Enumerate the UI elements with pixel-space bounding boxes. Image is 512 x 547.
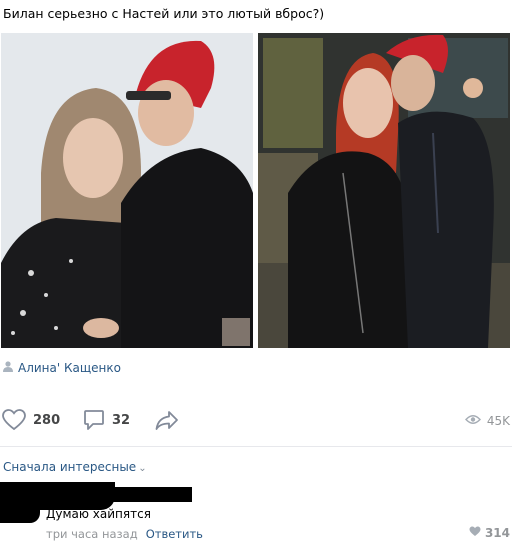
views-count: 45K xyxy=(486,414,510,428)
redacted-author-name xyxy=(40,487,192,502)
redacted-avatar-bottom xyxy=(0,505,40,523)
divider xyxy=(0,446,512,447)
comment-like-button[interactable]: 314 xyxy=(469,526,510,540)
author-name[interactable]: Алина' Кащенко xyxy=(18,361,121,375)
heart-icon xyxy=(2,409,26,431)
post-actions-bar: 280 32 45K xyxy=(0,404,512,436)
comment-count: 32 xyxy=(112,412,131,428)
comment-text: Думаю хайпятся xyxy=(46,507,151,521)
share-button[interactable] xyxy=(155,409,179,431)
heart-icon xyxy=(469,526,481,540)
like-button[interactable]: 280 xyxy=(2,409,60,431)
reply-button[interactable]: Ответить xyxy=(146,527,203,541)
comments-sort-dropdown[interactable]: Сначала интересные ⌄ xyxy=(3,460,147,474)
views-counter: 45K xyxy=(464,414,510,428)
comment-like-count: 314 xyxy=(484,526,510,540)
post-photo-2[interactable] xyxy=(258,33,510,348)
comment-icon xyxy=(83,409,105,431)
author-link[interactable]: Алина' Кащенко xyxy=(3,361,121,375)
comment-button[interactable]: 32 xyxy=(83,409,130,431)
like-count: 280 xyxy=(33,412,61,428)
chevron-down-icon: ⌄ xyxy=(138,463,147,474)
post-photo-1[interactable] xyxy=(1,33,253,348)
person-icon xyxy=(3,361,13,375)
eye-icon xyxy=(464,414,481,428)
comment-meta: три часа назад Ответить xyxy=(46,527,203,541)
comment-time[interactable]: три часа назад xyxy=(46,527,138,541)
post-text: Билан серьезно с Настей или это лютый вб… xyxy=(3,6,325,21)
share-icon xyxy=(155,409,179,431)
sort-label: Сначала интересные xyxy=(3,460,137,474)
